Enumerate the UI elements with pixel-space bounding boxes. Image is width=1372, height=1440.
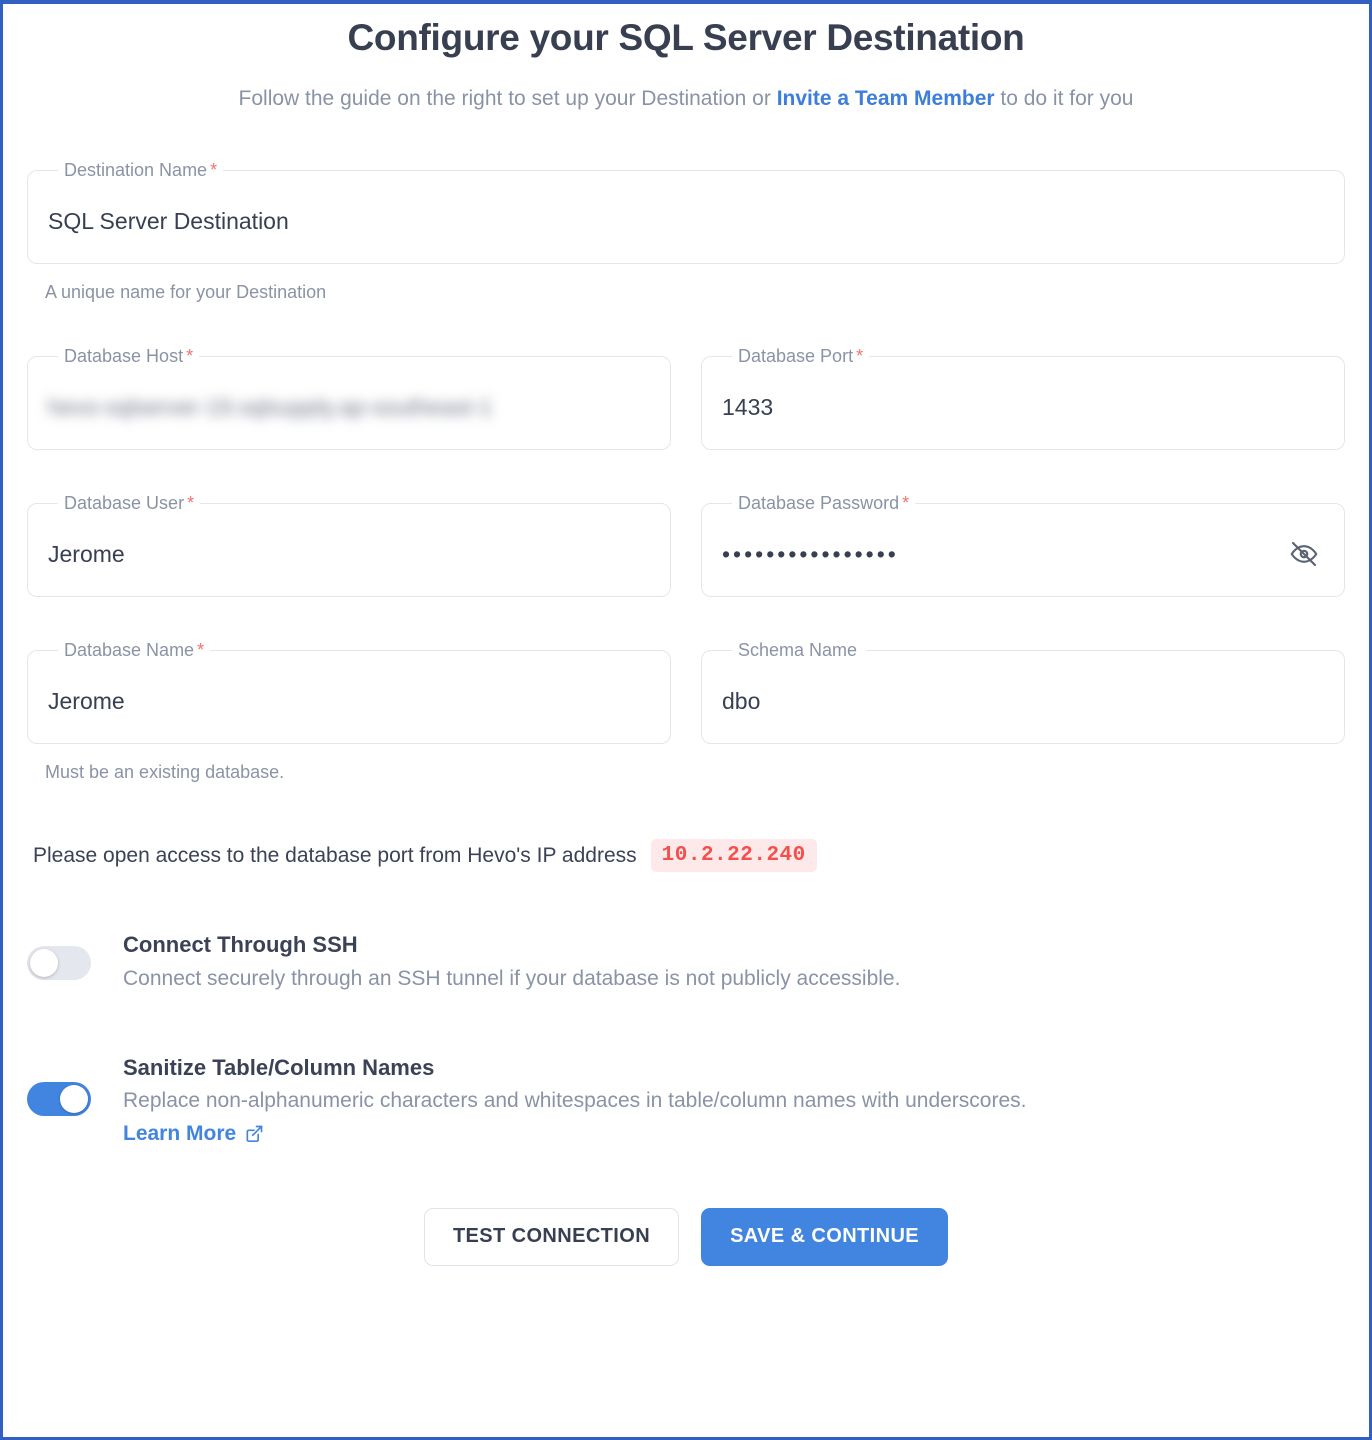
row-dbname-schema: Database Name * Jerome Must be an existin… — [27, 641, 1345, 783]
destination-name-value[interactable]: SQL Server Destination — [48, 208, 289, 236]
destination-name-field[interactable]: Destination Name * SQL Server Destination — [27, 160, 1345, 265]
test-connection-button[interactable]: TEST CONNECTION — [423, 1207, 680, 1266]
col-schema-name: Schema Name dbo — [701, 641, 1345, 783]
row-user-password: Database User * Jerome Database Password *… — [27, 493, 1345, 598]
destination-name-helper: A unique name for your Destination — [45, 282, 327, 303]
col-database-name: Database Name * Jerome Must be an existin… — [27, 641, 671, 783]
database-port-value[interactable]: 1433 — [722, 394, 773, 422]
toggle-knob — [30, 948, 58, 977]
col-database-host: Database Host * hevo-sqlserver-19.sqlsupp… — [27, 346, 671, 451]
configure-destination-page: Configure your SQL Server Destination Fo… — [0, 0, 1372, 1440]
database-host-value[interactable]: hevo-sqlserver-19.sqlsupply.ap-southeast… — [48, 394, 492, 422]
required-asterisk: * — [187, 493, 195, 514]
destination-form: Destination Name * SQL Server Destination… — [3, 161, 1369, 1266]
connect-through-ssh-description: Connect securely through an SSH tunnel i… — [123, 967, 901, 991]
ip-notice-text: Please open access to the database port … — [33, 843, 637, 867]
col-database-port: Database Port * 1433 — [701, 346, 1345, 451]
required-asterisk: * — [902, 493, 910, 514]
database-user-label: Database User * — [64, 493, 195, 514]
schema-name-field[interactable]: Schema Name dbo — [701, 640, 1345, 745]
connect-through-ssh-text: Connect Through SSH Connect securely thr… — [123, 930, 900, 994]
database-user-field[interactable]: Database User * Jerome — [27, 493, 671, 598]
subtitle-text-before: Follow the guide on the right to set up … — [238, 87, 777, 111]
schema-name-label: Schema Name — [738, 640, 858, 661]
toggle-row-sanitize-table-column-names: Sanitize Table/Column Names Replace non-… — [27, 1053, 1345, 1146]
required-asterisk: * — [197, 640, 205, 661]
external-link-icon — [246, 1125, 263, 1142]
col-destination-name: Destination Name * SQL Server Destination… — [27, 161, 1345, 303]
database-host-field[interactable]: Database Host * hevo-sqlserver-19.sqlsupp… — [27, 346, 671, 451]
page-subtitle: Follow the guide on the right to set up … — [3, 84, 1369, 113]
toggle-knob — [60, 1085, 88, 1114]
subtitle-text-after: to do it for you — [994, 87, 1134, 111]
database-name-value[interactable]: Jerome — [48, 688, 125, 716]
invite-team-member-link[interactable]: Invite a Team Member — [777, 87, 995, 110]
hevo-ip-badge: 10.2.22.240 — [650, 839, 817, 873]
database-port-label: Database Port * — [738, 346, 864, 367]
sanitize-table-column-names-toggle[interactable] — [27, 1082, 91, 1117]
database-port-field[interactable]: Database Port * 1433 — [701, 346, 1345, 451]
row-destination-name: Destination Name * SQL Server Destination… — [27, 161, 1345, 303]
learn-more-label: Learn More — [123, 1121, 237, 1145]
database-name-label: Database Name * — [64, 640, 205, 661]
required-asterisk: * — [186, 346, 194, 367]
col-database-password: Database Password * •••••••••••••••• — [701, 493, 1345, 598]
required-asterisk: * — [856, 346, 864, 367]
save-and-continue-button[interactable]: SAVE & CONTINUE — [701, 1207, 949, 1266]
sanitize-table-column-names-title: Sanitize Table/Column Names — [123, 1054, 435, 1080]
learn-more-link[interactable]: Learn More — [123, 1122, 264, 1146]
schema-name-value[interactable]: dbo — [722, 688, 760, 716]
ip-access-notice: Please open access to the database port … — [33, 839, 1345, 873]
toggle-row-connect-through-ssh: Connect Through SSH Connect securely thr… — [27, 930, 1345, 994]
col-database-user: Database User * Jerome — [27, 493, 671, 598]
destination-name-label: Destination Name * — [64, 160, 218, 181]
database-host-label: Database Host * — [64, 346, 194, 367]
database-password-label: Database Password * — [738, 493, 910, 514]
page-title: Configure your SQL Server Destination — [347, 17, 1025, 58]
database-password-field[interactable]: Database Password * •••••••••••••••• — [701, 493, 1345, 598]
required-asterisk: * — [210, 160, 218, 181]
database-user-value[interactable]: Jerome — [48, 541, 125, 569]
sanitize-table-column-names-text: Sanitize Table/Column Names Replace non-… — [123, 1053, 1026, 1146]
database-password-value[interactable]: •••••••••••••••• — [722, 541, 899, 569]
connect-through-ssh-title: Connect Through SSH — [123, 932, 358, 958]
form-actions: TEST CONNECTION SAVE & CONTINUE — [27, 1207, 1345, 1266]
database-name-field[interactable]: Database Name * Jerome — [27, 640, 671, 745]
eye-off-icon[interactable] — [1284, 534, 1324, 574]
sanitize-table-column-names-description: Replace non-alphanumeric characters and … — [123, 1089, 1027, 1113]
row-host-port: Database Host * hevo-sqlserver-19.sqlsupp… — [27, 346, 1345, 451]
database-name-helper: Must be an existing database. — [45, 762, 285, 783]
connect-through-ssh-toggle[interactable] — [27, 945, 91, 980]
